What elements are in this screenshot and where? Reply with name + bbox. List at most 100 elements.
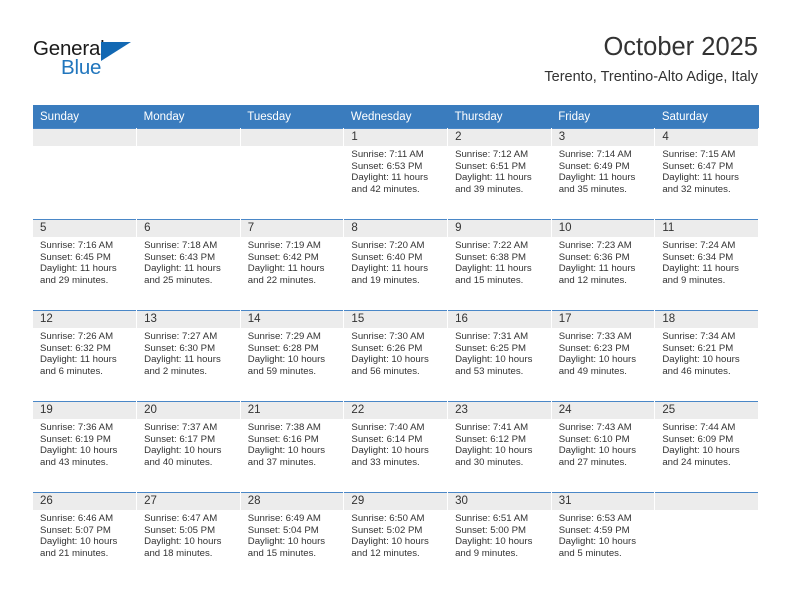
calendar-week-row: 12 Sunrise: 7:26 AM Sunset: 6:32 PM Dayligh… [33,309,759,401]
calendar-day-cell[interactable]: 31 Sunrise: 6:53 AM Sunset: 4:59 PM Dayligh… [551,491,656,583]
day-number: 7 [240,220,344,237]
day-cell-inner [655,492,758,582]
daylight-duration-line2: and 18 minutes. [144,547,213,559]
calendar-day-cell[interactable]: 5 Sunrise: 7:16 AM Sunset: 6:45 PM Daylight… [33,218,138,310]
day-number [240,129,344,146]
daylight-duration-line2: and 40 minutes. [144,456,213,468]
day-number: 3 [551,129,655,146]
calendar-week-row: 5 Sunrise: 7:16 AM Sunset: 6:45 PM Daylight… [33,218,759,310]
calendar-day-cell[interactable]: 3 Sunrise: 7:14 AM Sunset: 6:49 PM Daylight… [551,128,656,219]
daylight-duration-line2: and 15 minutes. [455,274,524,286]
daylight-duration-line1: Daylight: 10 hours [351,536,429,548]
day-cell-inner: 7 Sunrise: 7:19 AM Sunset: 6:42 PM Daylight… [240,219,344,309]
calendar-day-cell[interactable]: 18 Sunrise: 7:34 AM Sunset: 6:21 PM Dayligh… [654,309,759,401]
day-number [137,129,240,146]
sunrise-time: Sunrise: 7:20 AM [351,240,425,251]
sunrise-time: Sunrise: 7:37 AM [144,422,218,433]
general-blue-logo[interactable]: General Blue [33,38,143,84]
daylight-duration-line2: and 59 minutes. [247,365,317,377]
calendar-day-cell[interactable]: 7 Sunrise: 7:19 AM Sunset: 6:42 PM Daylight… [240,218,345,310]
day-number: 21 [240,402,344,419]
day-details: Sunrise: 7:38 AM Sunset: 6:16 PM Daylight:… [241,419,344,468]
daylight-duration-line1: Daylight: 10 hours [247,445,326,457]
sunset-time: Sunset: 6:32 PM [40,342,111,354]
weekday-header-saturday: Saturday [654,105,759,128]
sunrise-time: Sunrise: 7:24 AM [662,240,736,251]
sunrise-time: Sunrise: 7:15 AM [662,149,736,160]
daylight-duration-line2: and 24 minutes. [662,456,731,468]
sunset-time: Sunset: 6:25 PM [455,342,526,354]
daylight-duration-line1: Daylight: 11 hours [662,263,739,275]
day-cell-inner: 14 Sunrise: 7:29 AM Sunset: 6:28 PM Dayligh… [240,310,344,400]
calendar-day-cell[interactable]: 9 Sunrise: 7:22 AM Sunset: 6:38 PM Daylight… [447,218,552,310]
calendar-day-cell[interactable]: 17 Sunrise: 7:33 AM Sunset: 6:23 PM Dayligh… [551,309,656,401]
calendar-day-cell[interactable]: 30 Sunrise: 6:51 AM Sunset: 5:00 PM Dayligh… [447,491,552,583]
daylight-duration-line2: and 32 minutes. [662,183,731,195]
calendar-day-cell[interactable]: 28 Sunrise: 6:49 AM Sunset: 5:04 PM Dayligh… [240,491,345,583]
calendar-day-cell[interactable]: 13 Sunrise: 7:27 AM Sunset: 6:30 PM Dayligh… [136,309,241,401]
daylight-duration-line1: Daylight: 10 hours [558,445,637,457]
calendar-day-cell[interactable]: 19 Sunrise: 7:36 AM Sunset: 6:19 PM Dayligh… [33,400,138,492]
day-details: Sunrise: 7:23 AM Sunset: 6:36 PM Daylight:… [552,237,655,286]
day-number: 24 [551,402,655,419]
calendar-day-cell[interactable]: 25 Sunrise: 7:44 AM Sunset: 6:09 PM Dayligh… [654,400,759,492]
daylight-duration-line1: Daylight: 10 hours [40,445,118,457]
day-cell-inner: 26 Sunrise: 6:46 AM Sunset: 5:07 PM Dayligh… [33,492,137,582]
sunrise-time: Sunrise: 7:33 AM [558,331,632,342]
sunset-time: Sunset: 6:49 PM [558,160,630,172]
calendar-day-cell[interactable]: 8 Sunrise: 7:20 AM Sunset: 6:40 PM Daylight… [343,218,449,310]
daylight-duration-line1: Daylight: 10 hours [662,354,740,366]
sunrise-time: Sunrise: 6:50 AM [351,513,425,524]
calendar-day-cell[interactable]: 14 Sunrise: 7:29 AM Sunset: 6:28 PM Dayligh… [240,309,345,401]
daylight-duration-line1: Daylight: 11 hours [662,172,739,184]
day-cell-inner: 20 Sunrise: 7:37 AM Sunset: 6:17 PM Dayligh… [137,401,240,491]
calendar-day-cell[interactable]: 6 Sunrise: 7:18 AM Sunset: 6:43 PM Daylight… [136,218,241,310]
day-number: 4 [655,129,758,146]
daylight-duration-line1: Daylight: 10 hours [247,536,326,548]
calendar-day-cell[interactable]: 1 Sunrise: 7:11 AM Sunset: 6:53 PM Daylight… [343,128,449,219]
sunset-time: Sunset: 6:10 PM [558,433,630,445]
daylight-duration-line1: Daylight: 11 hours [558,172,636,184]
calendar-day-cell[interactable]: 12 Sunrise: 7:26 AM Sunset: 6:32 PM Dayligh… [33,309,138,401]
day-details: Sunrise: 6:53 AM Sunset: 4:59 PM Daylight:… [552,510,655,559]
calendar-day-cell[interactable]: 10 Sunrise: 7:23 AM Sunset: 6:36 PM Dayligh… [551,218,656,310]
sunrise-time: Sunrise: 6:46 AM [40,513,114,524]
day-number: 9 [448,220,551,237]
calendar-day-cell[interactable]: 15 Sunrise: 7:30 AM Sunset: 6:26 PM Dayligh… [343,309,449,401]
daylight-duration-line1: Daylight: 11 hours [558,263,636,275]
day-cell-inner: 22 Sunrise: 7:40 AM Sunset: 6:14 PM Dayligh… [344,401,448,491]
sunset-time: Sunset: 6:42 PM [247,251,319,263]
calendar-day-cell[interactable]: 21 Sunrise: 7:38 AM Sunset: 6:16 PM Dayligh… [240,400,345,492]
calendar-week-row: 19 Sunrise: 7:36 AM Sunset: 6:19 PM Dayligh… [33,400,759,492]
daylight-duration-line2: and 53 minutes. [455,365,524,377]
calendar-day-cell[interactable]: 2 Sunrise: 7:12 AM Sunset: 6:51 PM Daylight… [447,128,552,219]
calendar-day-cell[interactable]: 29 Sunrise: 6:50 AM Sunset: 5:02 PM Dayligh… [343,491,449,583]
calendar-day-cell[interactable]: 26 Sunrise: 6:46 AM Sunset: 5:07 PM Dayligh… [33,491,138,583]
calendar-cell-empty [654,491,759,583]
calendar-body: 1 Sunrise: 7:11 AM Sunset: 6:53 PM Daylight… [33,128,759,583]
daylight-duration-line2: and 37 minutes. [247,456,317,468]
calendar-day-cell[interactable]: 16 Sunrise: 7:31 AM Sunset: 6:25 PM Dayligh… [447,309,552,401]
calendar-day-cell[interactable]: 11 Sunrise: 7:24 AM Sunset: 6:34 PM Dayligh… [654,218,759,310]
day-cell-inner: 1 Sunrise: 7:11 AM Sunset: 6:53 PM Daylight… [344,128,448,218]
sunset-time: Sunset: 6:12 PM [455,433,526,445]
calendar-day-cell[interactable]: 27 Sunrise: 6:47 AM Sunset: 5:05 PM Dayligh… [136,491,241,583]
day-cell-inner: 18 Sunrise: 7:34 AM Sunset: 6:21 PM Dayligh… [655,310,758,400]
calendar-day-cell[interactable]: 22 Sunrise: 7:40 AM Sunset: 6:14 PM Dayligh… [343,400,449,492]
daylight-duration-line1: Daylight: 10 hours [144,445,222,457]
calendar-day-cell[interactable]: 20 Sunrise: 7:37 AM Sunset: 6:17 PM Dayligh… [136,400,241,492]
calendar-day-cell[interactable]: 24 Sunrise: 7:43 AM Sunset: 6:10 PM Dayligh… [551,400,656,492]
sunrise-time: Sunrise: 7:38 AM [247,422,321,433]
calendar-day-cell[interactable]: 4 Sunrise: 7:15 AM Sunset: 6:47 PM Daylight… [654,128,759,219]
sunset-time: Sunset: 5:05 PM [144,524,216,536]
sunset-time: Sunset: 6:38 PM [455,251,526,263]
day-cell-inner: 15 Sunrise: 7:30 AM Sunset: 6:26 PM Dayligh… [344,310,448,400]
day-details: Sunrise: 7:22 AM Sunset: 6:38 PM Daylight:… [448,237,551,286]
day-details: Sunrise: 6:49 AM Sunset: 5:04 PM Daylight:… [241,510,344,559]
daylight-duration-line2: and 42 minutes. [351,183,420,195]
day-cell-inner: 4 Sunrise: 7:15 AM Sunset: 6:47 PM Daylight… [655,128,758,218]
day-number: 23 [448,402,551,419]
sunset-time: Sunset: 6:47 PM [662,160,734,172]
sunset-time: Sunset: 6:23 PM [558,342,630,354]
calendar-day-cell[interactable]: 23 Sunrise: 7:41 AM Sunset: 6:12 PM Dayligh… [447,400,552,492]
